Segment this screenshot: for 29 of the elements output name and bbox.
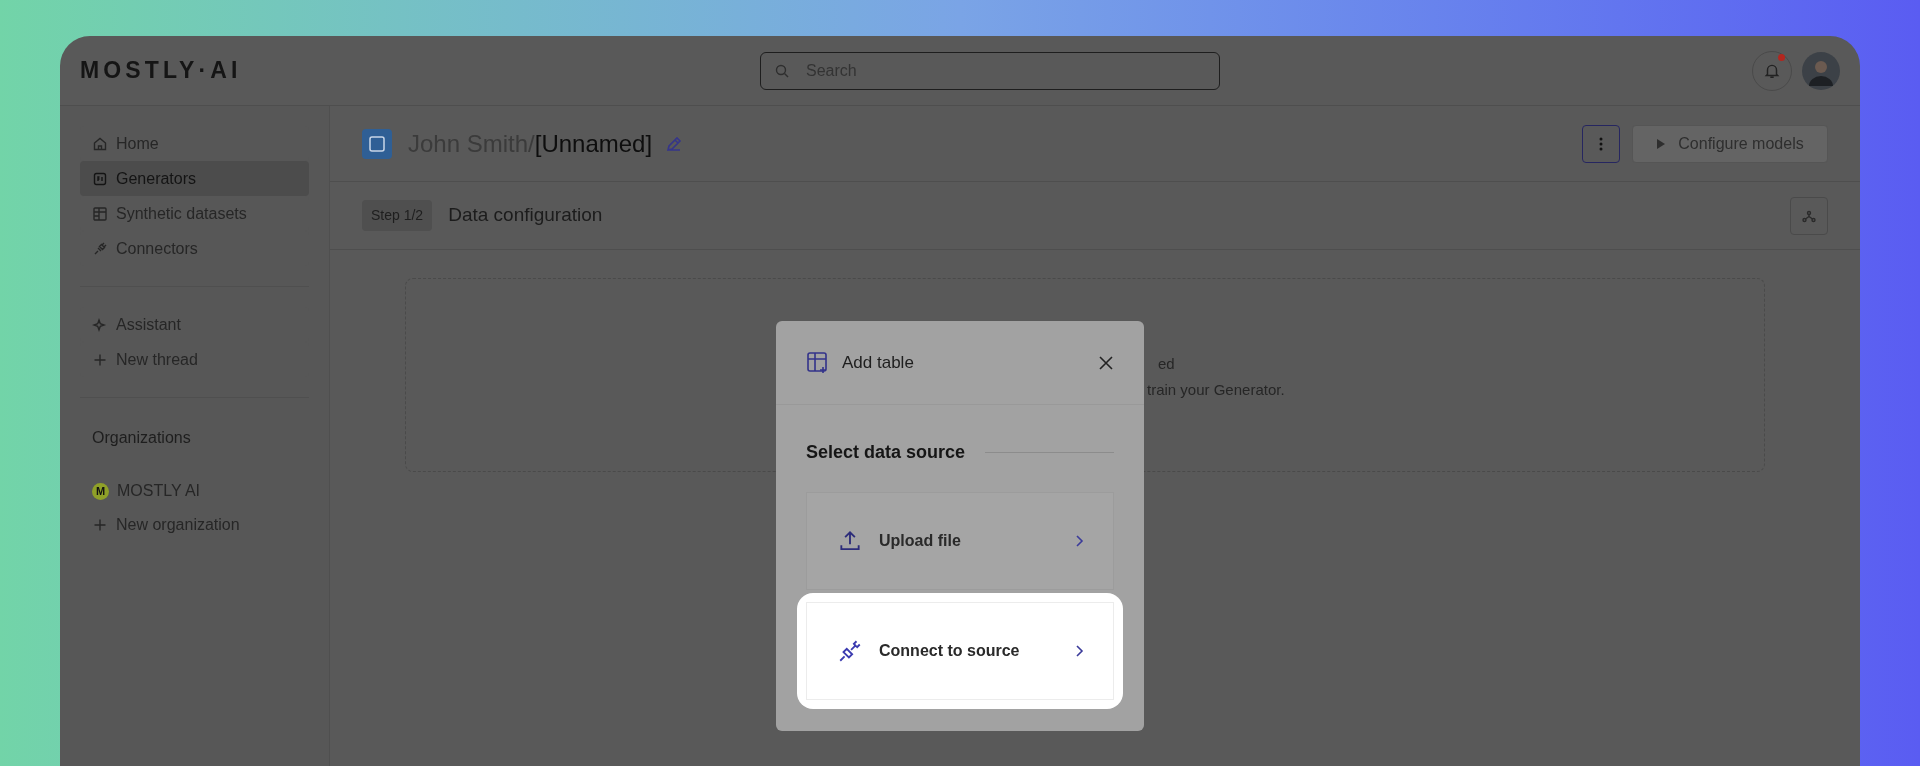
- table-icon: [92, 205, 108, 222]
- diagram-button[interactable]: [1790, 196, 1828, 235]
- table-add-icon: [806, 350, 830, 375]
- section-heading: Select data source: [806, 441, 966, 464]
- search-icon: [774, 62, 790, 79]
- home-icon: [92, 135, 108, 152]
- generator-icon: [362, 128, 392, 159]
- logo: MOSTLY·AI: [80, 56, 243, 86]
- option-card[interactable]: Connect to source: [806, 602, 1114, 700]
- section-heading: Organizations: [91, 428, 192, 448]
- plug-icon: [92, 240, 108, 257]
- option-card[interactable]: Upload file: [806, 492, 1114, 590]
- plug-icon: [837, 638, 863, 664]
- sidebar-item[interactable]: Generators: [80, 161, 309, 196]
- play-icon: [1656, 137, 1667, 150]
- chip-icon: [92, 170, 108, 187]
- chevron-right-icon: [1073, 534, 1085, 548]
- step-title: Data configuration: [448, 203, 603, 228]
- dialog-title: Add table: [842, 351, 915, 374]
- chevron-right-icon: [1073, 644, 1085, 658]
- sparkle-icon: [92, 316, 108, 333]
- close-icon[interactable]: [1098, 354, 1114, 371]
- avatar[interactable]: [1802, 51, 1840, 90]
- more-button[interactable]: [1582, 124, 1620, 163]
- option-label: Connect to source: [879, 641, 1021, 661]
- plus-icon: [92, 517, 108, 533]
- org-badge: M: [92, 482, 109, 500]
- option-label: Upload file: [879, 531, 962, 551]
- more-vertical-icon: [1599, 136, 1603, 151]
